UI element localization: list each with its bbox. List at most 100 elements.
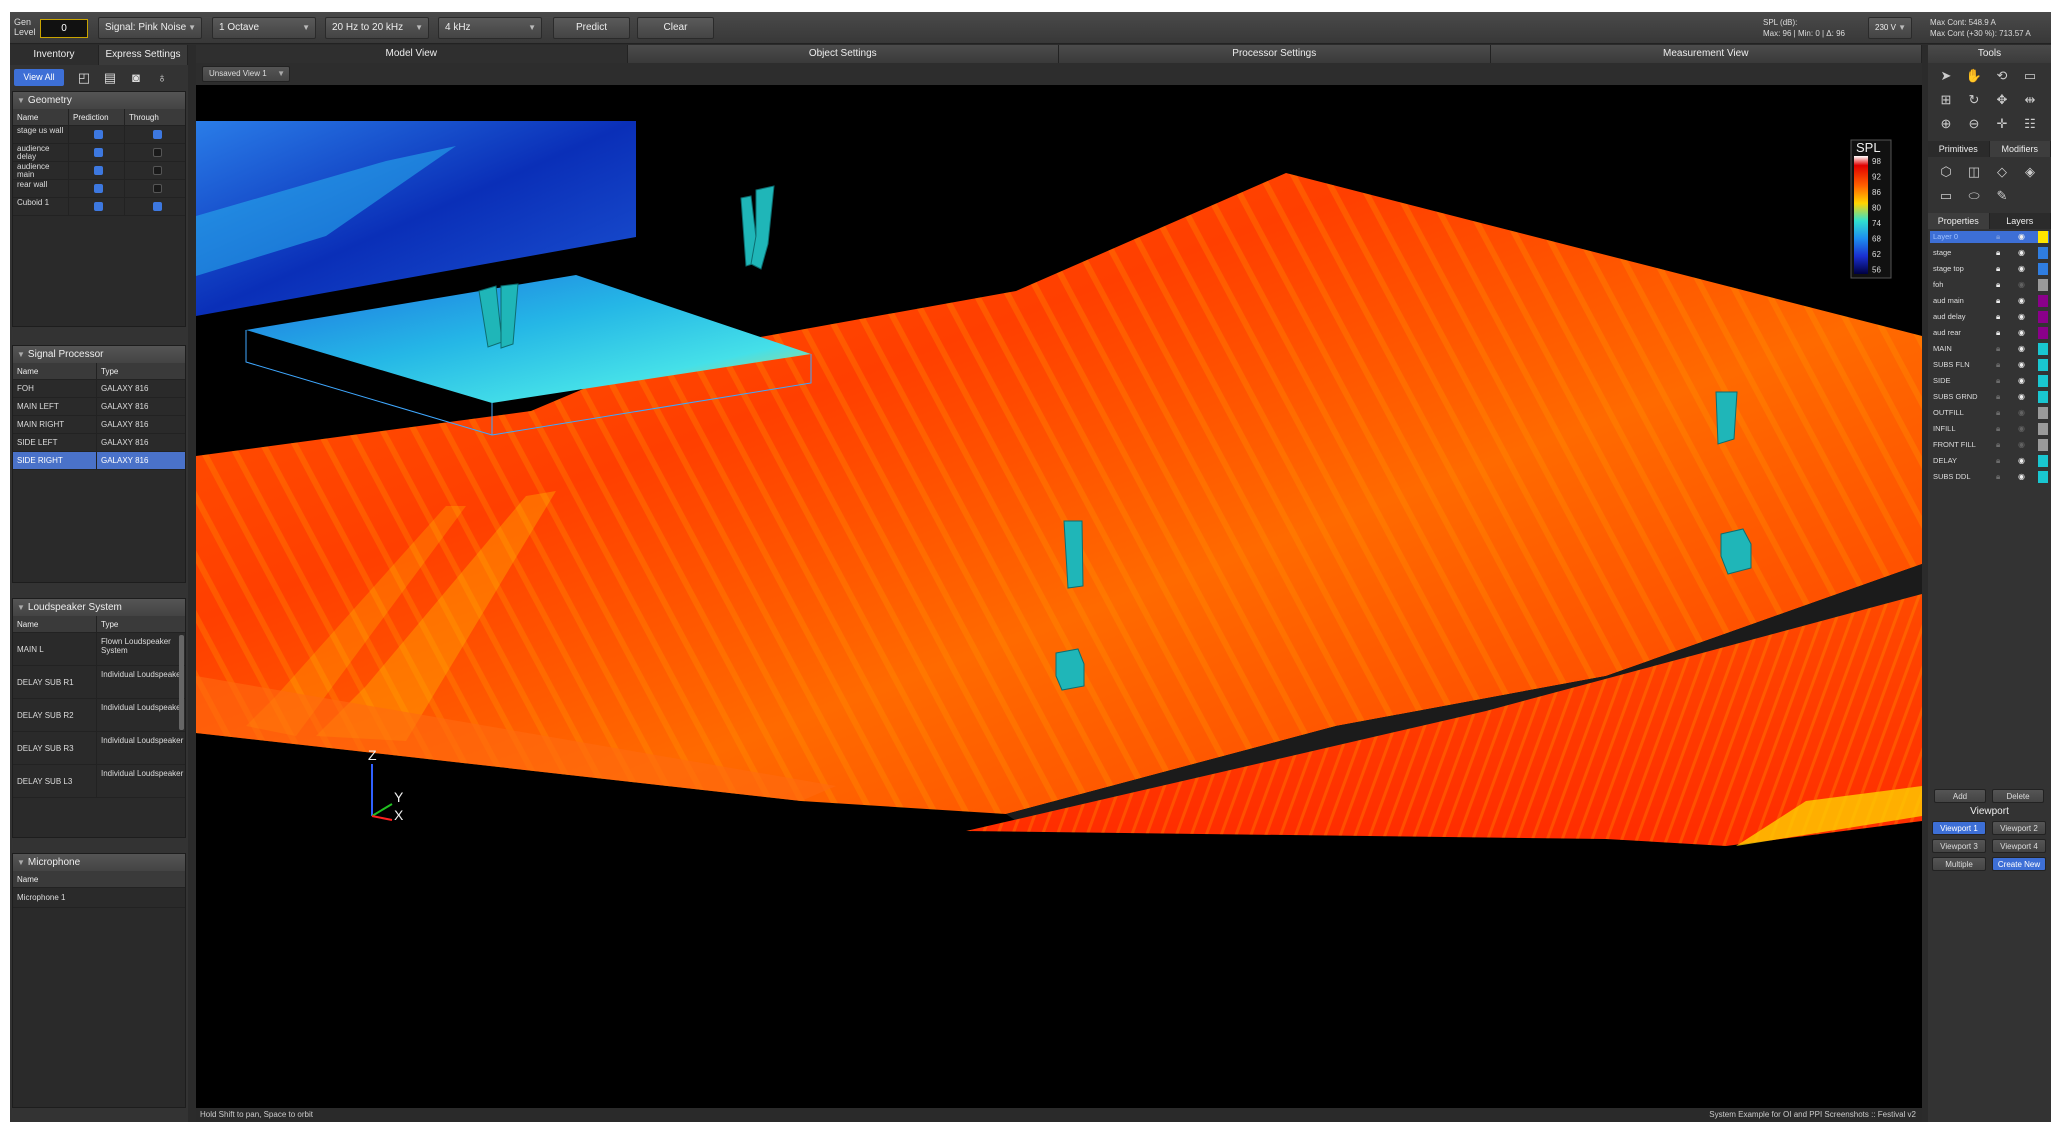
create-new-viewport-button[interactable]: Create New: [1992, 857, 2046, 871]
tab-primitives[interactable]: Primitives: [1928, 141, 1990, 157]
eye-icon[interactable]: ◉: [2018, 343, 2025, 355]
sub-right[interactable]: [1720, 528, 1752, 575]
layer-row[interactable]: SIDE 🔒︎ ◉: [1930, 375, 2049, 387]
table-row[interactable]: FOH GALAXY 816: [13, 380, 185, 398]
through-checkbox[interactable]: [152, 202, 162, 211]
add-layer-button[interactable]: Add: [1934, 789, 1986, 803]
list-item[interactable]: Microphone 1: [13, 888, 185, 908]
layer-row[interactable]: aud delay 🔒︎ ◉: [1930, 311, 2049, 323]
tab-model-view[interactable]: Model View: [196, 45, 628, 63]
measure-icon[interactable]: ▭: [2020, 67, 2040, 85]
layer-color-swatch[interactable]: [2038, 311, 2048, 323]
tab-measurement-view[interactable]: Measurement View: [1490, 45, 1922, 63]
through-checkbox[interactable]: [152, 130, 162, 139]
table-row[interactable]: DELAY SUB R1 Individual Loudspeaker: [13, 666, 185, 699]
col-name[interactable]: Name: [13, 363, 97, 379]
col-prediction[interactable]: Prediction: [69, 109, 125, 125]
lock-icon[interactable]: 🔒︎: [1996, 263, 2000, 275]
loudspeaker-header[interactable]: ▼ Loudspeaker System: [13, 599, 185, 616]
table-row[interactable]: MAIN L Flown Loudspeaker System: [13, 633, 185, 666]
prediction-checkbox[interactable]: [94, 184, 103, 193]
lock-icon[interactable]: 🔒︎: [1996, 279, 2000, 291]
move-icon[interactable]: ✥: [1992, 91, 2012, 109]
prediction-checkbox[interactable]: [94, 202, 103, 211]
layer-row[interactable]: DELAY 🔒︎ ◉: [1930, 455, 2049, 467]
prediction-checkbox[interactable]: [94, 130, 103, 139]
layer-row[interactable]: stage top 🔒︎ ◉: [1930, 263, 2049, 275]
col-name[interactable]: Name: [13, 871, 185, 887]
lock-icon[interactable]: 🔒︎: [1996, 231, 2000, 243]
table-row[interactable]: audience main: [13, 162, 185, 180]
microphone-icon[interactable]: ♁: [154, 69, 170, 86]
layer-row[interactable]: foh 🔒︎ ◉: [1930, 279, 2049, 291]
processor-icon[interactable]: ▤: [102, 69, 118, 86]
eye-icon[interactable]: ◉: [2018, 263, 2025, 275]
layer-row[interactable]: MAIN 🔒︎ ◉: [1930, 343, 2049, 355]
table-row[interactable]: rear wall: [13, 180, 185, 198]
table-row[interactable]: MAIN LEFT GALAXY 816: [13, 398, 185, 416]
through-checkbox[interactable]: [152, 184, 162, 193]
table-row[interactable]: SIDE LEFT GALAXY 816: [13, 434, 185, 452]
geometry-icon[interactable]: ◰: [76, 69, 92, 86]
microphone-header[interactable]: ▼ Microphone: [13, 854, 185, 871]
table-row[interactable]: audience delay: [13, 144, 185, 162]
eye-icon[interactable]: ◉: [2018, 375, 2025, 387]
gen-level-input[interactable]: 0: [40, 19, 88, 38]
col-type[interactable]: Type: [97, 616, 185, 632]
layer-row[interactable]: aud rear 🔒︎ ◉: [1930, 327, 2049, 339]
table-row[interactable]: SIDE RIGHT GALAXY 816: [13, 452, 185, 470]
lock-icon[interactable]: 🔒︎: [1996, 327, 2000, 339]
zoom-out-icon[interactable]: ⊖: [1964, 115, 1984, 133]
layer-row[interactable]: OUTFILL 🔒︎ ◉: [1930, 407, 2049, 419]
viewport-1-button[interactable]: Viewport 1: [1932, 821, 1986, 835]
layer-row[interactable]: SUBS DDL 🔒︎ ◉: [1930, 471, 2049, 483]
select-arrow-icon[interactable]: ➤: [1936, 67, 1956, 85]
tab-object-settings[interactable]: Object Settings: [627, 45, 1059, 63]
viewport-2-button[interactable]: Viewport 2: [1992, 821, 2046, 835]
layer-color-swatch[interactable]: [2038, 263, 2048, 275]
eye-icon[interactable]: ◉: [2018, 231, 2025, 243]
3d-viewport[interactable]: SPL 9892868074686256 Z Y X: [196, 86, 1922, 1108]
col-name[interactable]: Name: [13, 616, 97, 632]
lock-icon[interactable]: 🔒︎: [1996, 247, 2000, 259]
layer-row[interactable]: Layer 0 🔒︎ ◉: [1930, 231, 2049, 243]
tab-properties[interactable]: Properties: [1928, 213, 1990, 229]
layer-color-swatch[interactable]: [2038, 279, 2048, 291]
lock-icon[interactable]: 🔒︎: [1996, 391, 2000, 403]
layer-row[interactable]: INFILL 🔒︎ ◉: [1930, 423, 2049, 435]
layer-color-swatch[interactable]: [2038, 327, 2048, 339]
mirror-icon[interactable]: ⇹: [2020, 91, 2040, 109]
multiple-button[interactable]: Multiple: [1932, 857, 1986, 871]
viewport-3-button[interactable]: Viewport 3: [1932, 839, 1986, 853]
sub-left[interactable]: [1055, 648, 1085, 691]
layer-color-swatch[interactable]: [2038, 375, 2048, 387]
tab-inventory[interactable]: Inventory: [10, 45, 99, 65]
rectangle-icon[interactable]: ▭: [1936, 187, 1956, 205]
table-row[interactable]: DELAY SUB R3 Individual Loudspeaker: [13, 732, 185, 765]
table-row[interactable]: MAIN RIGHT GALAXY 816: [13, 416, 185, 434]
lock-icon[interactable]: 🔒︎: [1996, 375, 2000, 387]
viewport-4-button[interactable]: Viewport 4: [1992, 839, 2046, 853]
lock-icon[interactable]: 🔒︎: [1996, 423, 2000, 435]
prediction-checkbox[interactable]: [94, 148, 103, 157]
table-row[interactable]: DELAY SUB R2 Individual Loudspeaker: [13, 699, 185, 732]
resolution-select[interactable]: 1 Octave ▼: [212, 17, 316, 39]
lock-icon[interactable]: 🔒︎: [1996, 311, 2000, 323]
tab-processor-settings[interactable]: Processor Settings: [1059, 45, 1491, 63]
tab-layers[interactable]: Layers: [1989, 213, 2051, 229]
eye-icon[interactable]: ◉: [2018, 471, 2025, 483]
eye-icon[interactable]: ◉: [2018, 391, 2025, 403]
through-checkbox[interactable]: [152, 166, 162, 175]
view-select[interactable]: Unsaved View 1 ▼: [202, 66, 290, 82]
prediction-checkbox[interactable]: [94, 166, 103, 175]
layer-row[interactable]: SUBS FLN 🔒︎ ◉: [1930, 359, 2049, 371]
layer-row[interactable]: SUBS GRND 🔒︎ ◉: [1930, 391, 2049, 403]
frame-icon[interactable]: ⊞: [1936, 91, 1956, 109]
signal-select[interactable]: Signal: Pink Noise ▼: [98, 17, 202, 39]
delete-layer-button[interactable]: Delete: [1992, 789, 2044, 803]
lock-icon[interactable]: 🔒︎: [1996, 471, 2000, 483]
surface-icon[interactable]: ◈: [2020, 163, 2040, 181]
ellipse-icon[interactable]: ⬭: [1964, 187, 1984, 205]
tab-express-settings[interactable]: Express Settings: [99, 45, 188, 65]
lock-icon[interactable]: 🔒︎: [1996, 295, 2000, 307]
